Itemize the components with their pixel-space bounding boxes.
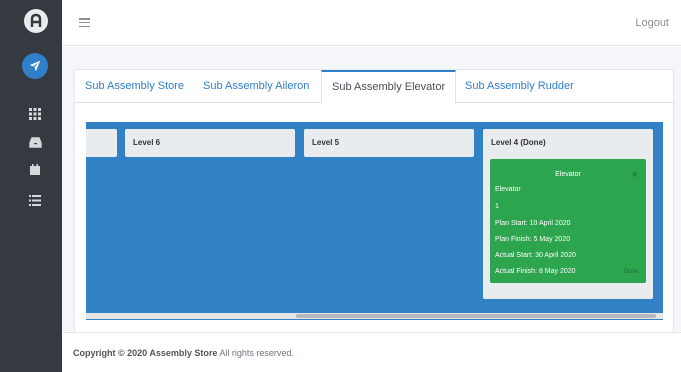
tab-sub-assembly-rudder[interactable]: Sub Assembly Rudder [455, 70, 584, 103]
footer-copyright: Copyright © 2020 Assembly Store [73, 348, 218, 358]
column-header-level-6: Level 6 [125, 129, 295, 157]
tab-sub-assembly-elevator[interactable]: Sub Assembly Elevator [321, 70, 457, 104]
tab-sub-assembly-aileron[interactable]: Sub Assembly Aileron [193, 70, 319, 103]
column-level-4-done: Level 4 (Done) Elevator × Elevator 1 Pla… [483, 129, 653, 299]
status-badge: Done [623, 269, 638, 275]
logo-icon[interactable] [24, 9, 48, 33]
task-card-name: Elevator [495, 186, 521, 193]
plane-icon[interactable] [22, 53, 48, 79]
footer-rights: All rights reserved. [217, 348, 294, 358]
horizontal-scrollbar[interactable] [86, 313, 663, 319]
column-header-level-4: Level 4 (Done) [491, 138, 546, 147]
task-card-actual-start: Actual Start: 30 April 2020 [495, 252, 576, 259]
grid-icon[interactable] [28, 107, 42, 121]
hamburger-menu-icon[interactable] [79, 18, 90, 28]
task-card-qty: 1 [495, 203, 499, 210]
task-card-plan-finish: Plan Finish: 5 May 2020 [495, 236, 571, 243]
column-header-partial [86, 129, 117, 157]
tabs-card: Sub Assembly Store Sub Assembly Aileron … [74, 69, 675, 372]
task-card-actual-finish: Actual Finish: 8 May 2020 [495, 268, 576, 275]
kanban-board[interactable]: Level 6 Level 5 Level 4 (Done) Elevator … [86, 122, 663, 320]
calendar-icon[interactable] [28, 163, 42, 177]
logout-link[interactable]: Logout [635, 17, 669, 29]
tab-bar: Sub Assembly Store Sub Assembly Aileron … [75, 70, 675, 104]
inbox-icon[interactable] [28, 135, 42, 149]
task-card-title: Elevator [555, 171, 581, 178]
footer: Copyright © 2020 Assembly Store All righ… [62, 332, 681, 372]
column-header-level-5: Level 5 [304, 129, 474, 157]
scrollbar-thumb[interactable] [296, 314, 656, 318]
list-icon[interactable] [28, 193, 42, 207]
top-navbar: Logout [62, 0, 681, 46]
task-card-plan-start: Plan Start: 10 April 2020 [495, 220, 571, 227]
tab-sub-assembly-store[interactable]: Sub Assembly Store [75, 70, 194, 103]
task-card-elevator[interactable]: Elevator × Elevator 1 Plan Start: 10 Apr… [490, 159, 646, 283]
sidebar [0, 0, 62, 372]
close-icon[interactable]: × [632, 169, 638, 181]
